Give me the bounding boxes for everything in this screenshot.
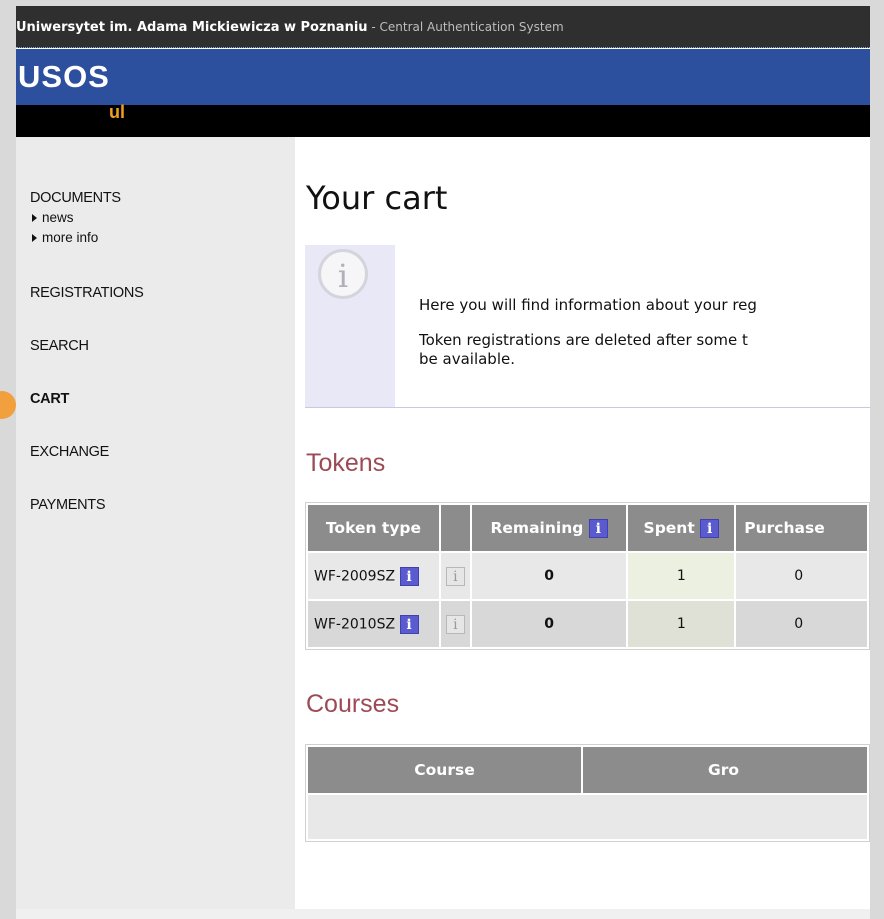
token-type: WF-2009SZ [314, 568, 396, 584]
sidebar-item-cart[interactable]: CART [30, 391, 69, 407]
token-details-cell: i [440, 601, 470, 647]
info-text-line: Here you will find information about you… [419, 296, 757, 314]
courses-table: Course Gro [305, 744, 870, 842]
sidebar: DOCUMENTS news more info REGISTRATIONS S… [16, 137, 295, 909]
sidebar-item-payments[interactable]: PAYMENTS [30, 497, 106, 513]
token-type: WF-2010SZ [314, 616, 396, 632]
logo-subbar: ul [16, 102, 870, 137]
sidebar-item-search[interactable]: SEARCH [30, 338, 89, 354]
main-content: Your cart i Here you will find informati… [295, 137, 870, 909]
token-details-cell: i [440, 553, 470, 599]
table-row [308, 795, 867, 839]
logo-bar: USOS [16, 49, 870, 105]
column-header-remaining: Remaining i [471, 505, 627, 551]
sidebar-item-exchange[interactable]: EXCHANGE [30, 444, 109, 460]
sidebar-item-registrations[interactable]: REGISTRATIONS [30, 285, 144, 301]
token-type-cell: WF-2009SZ i [308, 553, 439, 599]
header-separator: - [367, 20, 380, 34]
column-label: Spent [643, 518, 695, 537]
spent-info-icon[interactable]: i [700, 518, 720, 538]
spent-cell: 1 [628, 601, 735, 647]
info-icon: i [318, 249, 368, 299]
column-header-spent: Spent i [628, 505, 735, 551]
top-bar: Uniwersytet im. Adama Mickiewicza w Pozn… [16, 6, 870, 48]
info-text-line: be available. [419, 350, 515, 368]
sidebar-item-documents[interactable]: DOCUMENTS [30, 190, 121, 206]
column-header-group: Gro [582, 747, 867, 793]
page-title: Your cart [306, 179, 448, 217]
spent-cell: 1 [628, 553, 735, 599]
courses-section-title: Courses [306, 690, 400, 718]
column-header-course: Course [308, 747, 581, 793]
token-type-cell: WF-2010SZ i [308, 601, 439, 647]
column-header-token-type: Token type [308, 505, 439, 551]
footer [16, 909, 870, 919]
expand-triangle-icon [32, 234, 37, 242]
university-name[interactable]: Uniwersytet im. Adama Mickiewicza w Pozn… [16, 20, 368, 35]
usos-logo-sub: ul [109, 102, 125, 122]
topbar-divider [16, 47, 870, 48]
system-name: Central Authentication System [379, 20, 564, 34]
subitem-label: more info [42, 230, 99, 245]
info-text-line: Token registrations are deleted after so… [419, 331, 748, 349]
remaining-cell: 0 [471, 601, 627, 647]
sidebar-subitem-news[interactable]: news [32, 210, 74, 225]
tokens-table: Token type Remaining i Spent i Purchase … [305, 502, 870, 650]
table-header-row: Token type Remaining i Spent i Purchase [308, 505, 867, 551]
purchased-cell: 0 [736, 553, 867, 599]
purchased-cell: 0 [736, 601, 867, 647]
table-header-row: Course Gro [308, 747, 867, 793]
token-info-icon[interactable]: i [399, 566, 419, 586]
subitem-label: news [42, 210, 74, 225]
token-info-icon[interactable]: i [399, 614, 419, 634]
remaining-info-icon[interactable]: i [588, 518, 608, 538]
empty-row [308, 795, 867, 839]
table-row: WF-2009SZ i i 0 1 0 [308, 553, 867, 599]
remaining-cell: 0 [471, 553, 627, 599]
tokens-section-title: Tokens [306, 449, 386, 477]
column-header-purchased: Purchase [736, 505, 867, 551]
table-row: WF-2010SZ i i 0 1 0 [308, 601, 867, 647]
browser-page: Uniwersytet im. Adama Mickiewicza w Pozn… [16, 6, 870, 919]
sidebar-subitem-more-info[interactable]: more info [32, 230, 98, 245]
usos-logo[interactable]: USOS [18, 59, 110, 95]
expand-triangle-icon [32, 214, 37, 222]
token-details-icon[interactable]: i [445, 566, 465, 586]
token-details-icon[interactable]: i [445, 614, 465, 634]
column-header-blank [440, 505, 470, 551]
info-box-body [395, 245, 870, 407]
info-box: i Here you will find information about y… [305, 245, 870, 408]
column-label: Remaining [490, 518, 584, 537]
